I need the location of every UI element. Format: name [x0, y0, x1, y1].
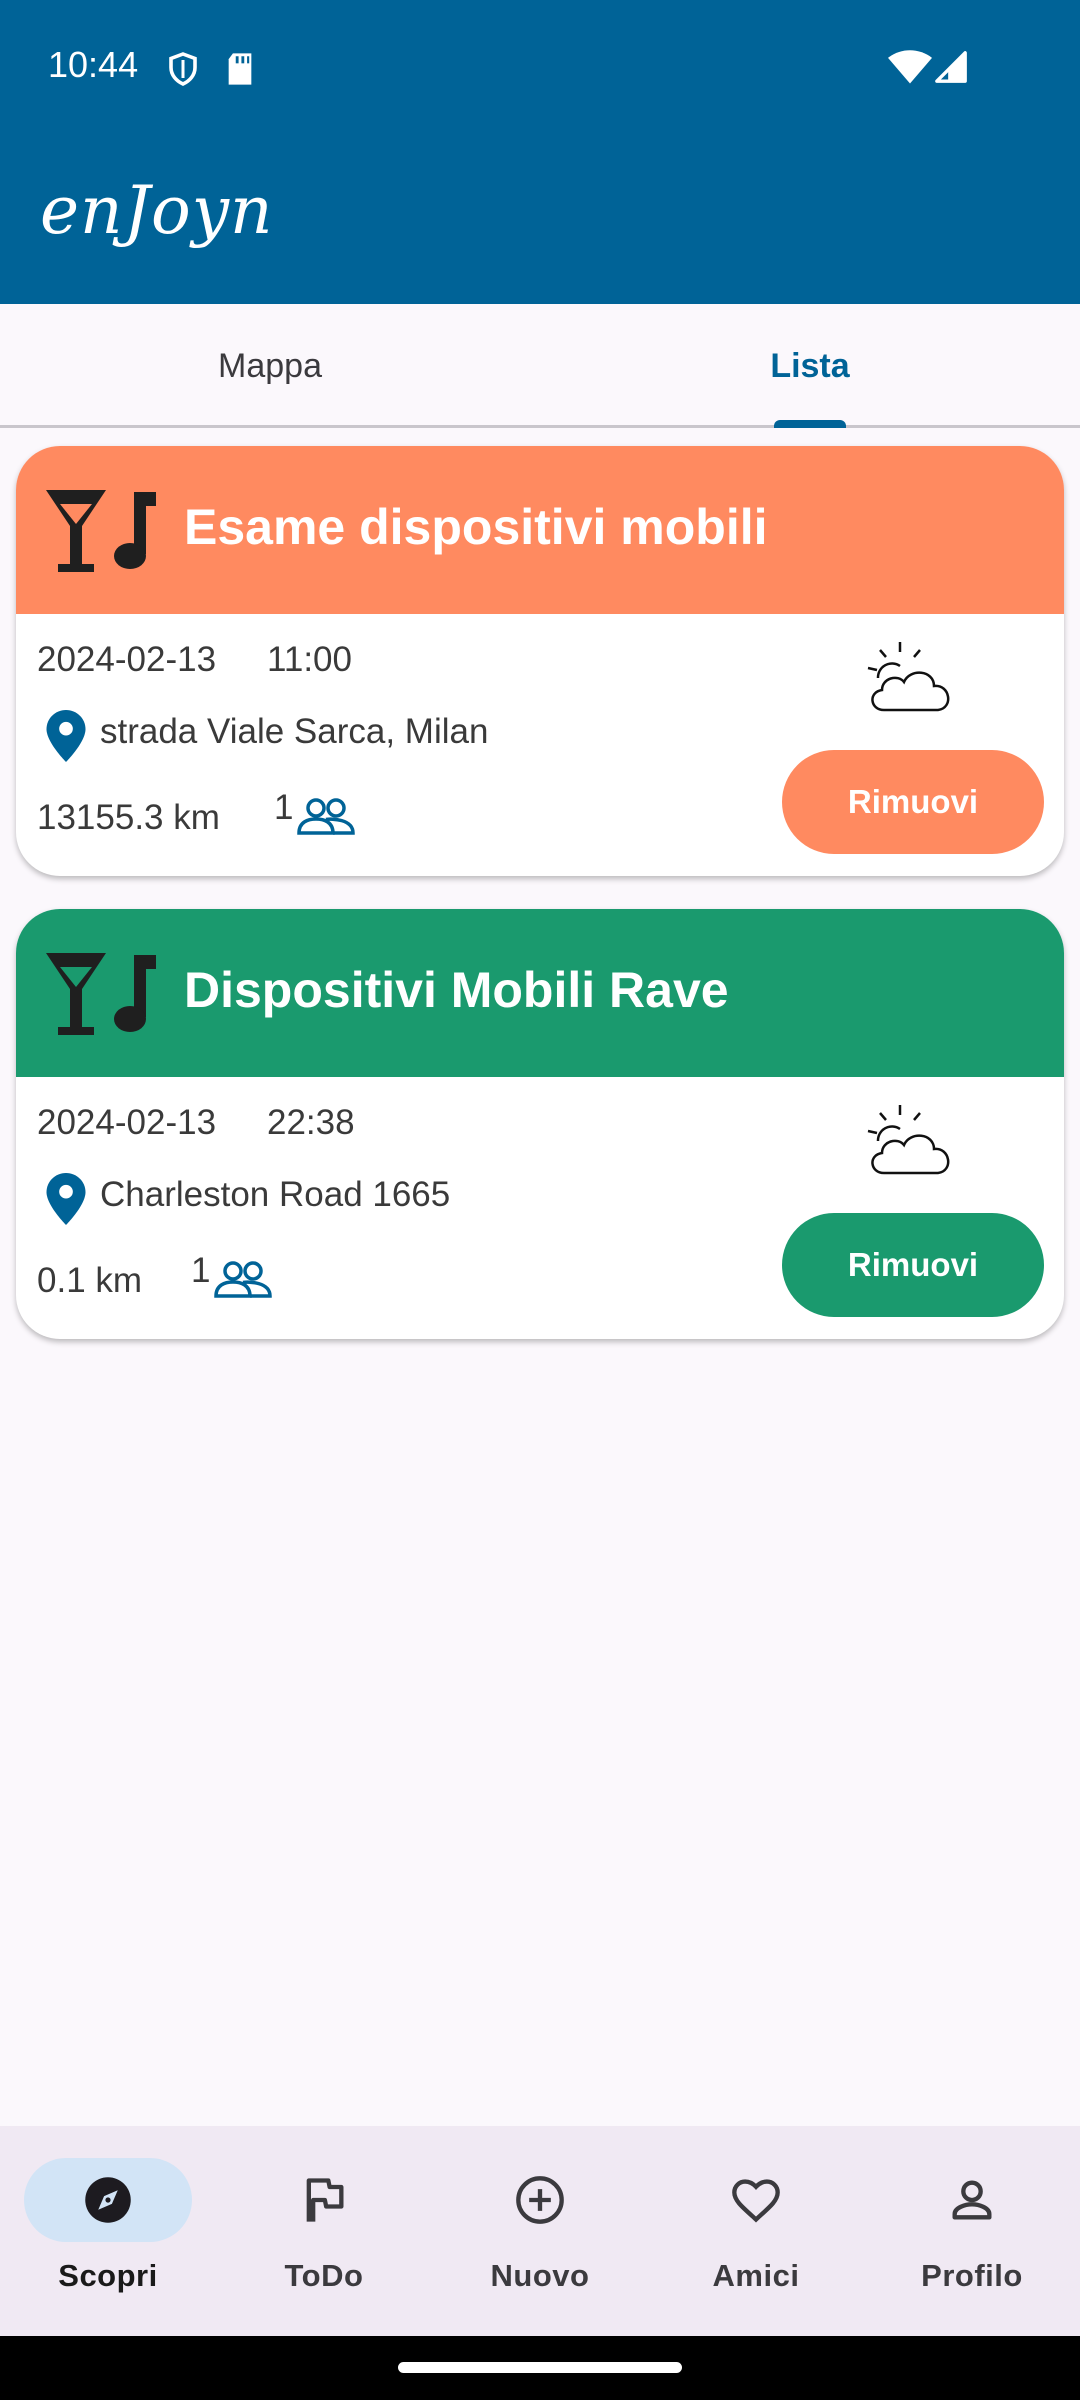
nav-item-nuovo[interactable]: Nuovo — [432, 2126, 648, 2336]
partly-cloudy-icon — [867, 1105, 950, 1175]
partly-cloudy-icon — [867, 642, 950, 712]
status-time: 10:44 — [48, 44, 139, 85]
logo-text: enJoyn — [40, 172, 274, 249]
tab-lista[interactable]: Lista — [540, 304, 1080, 428]
sd-card-icon — [228, 53, 252, 85]
event-date: 2024-02-13 — [37, 640, 217, 679]
app-bar: 10:44 enJoyn — [0, 0, 1080, 304]
participants-icon — [214, 1261, 272, 1298]
event-distance: 13155.3 km — [37, 798, 220, 837]
event-title: Dispositivi Mobili Rave — [184, 962, 729, 1018]
nav-label: ToDo — [284, 2258, 364, 2293]
event-card-header: Dispositivi Mobili Rave — [16, 909, 1064, 1077]
flag-icon — [306, 2178, 344, 2222]
nav-item-profilo[interactable]: Profilo — [864, 2126, 1080, 2336]
nav-label: Nuovo — [490, 2258, 590, 2293]
event-title: Esame dispositivi mobili — [184, 499, 768, 555]
shield-icon — [169, 52, 197, 86]
event-time: 11:00 — [267, 640, 352, 679]
event-card[interactable]: Esame dispositivi mobili 2024-02-13 11:0… — [16, 446, 1064, 876]
cocktail-music-icon — [46, 953, 156, 1035]
nav-item-amici[interactable]: Amici — [648, 2126, 864, 2336]
event-card[interactable]: Dispositivi Mobili Rave 2024-02-13 22:38… — [16, 909, 1064, 1339]
nav-label: Scopri — [58, 2258, 158, 2293]
participant-count: 1 — [191, 1251, 211, 1290]
event-time: 22:38 — [267, 1103, 355, 1142]
signal-icon — [935, 51, 967, 83]
nav-item-todo[interactable]: ToDo — [216, 2126, 432, 2336]
active-tab-indicator — [774, 420, 846, 428]
tab-bar: Mappa Lista — [0, 304, 1080, 428]
location-pin-icon — [46, 1173, 86, 1225]
event-distance: 0.1 km — [37, 1261, 143, 1300]
compass-icon — [85, 2177, 131, 2223]
event-location: Charleston Road 1665 — [100, 1175, 451, 1214]
remove-button[interactable]: Rimuovi — [782, 1213, 1044, 1317]
event-card-header: Esame dispositivi mobili — [16, 446, 1064, 614]
add-circle-icon — [516, 2176, 564, 2224]
tab-mappa[interactable]: Mappa — [0, 304, 540, 428]
cocktail-music-icon — [46, 490, 156, 572]
bottom-navigation: Scopri ToDo Nuovo Amici Profilo — [0, 2126, 1080, 2336]
event-location: strada Viale Sarca, Milan — [100, 712, 489, 751]
participants-icon — [297, 798, 355, 835]
nav-label: Amici — [712, 2258, 800, 2293]
event-date: 2024-02-13 — [37, 1103, 217, 1142]
nav-item-scopri[interactable]: Scopri — [0, 2126, 216, 2336]
remove-button[interactable]: Rimuovi — [782, 750, 1044, 854]
wifi-icon — [888, 50, 932, 84]
heart-icon — [732, 2179, 780, 2223]
home-gesture-handle[interactable] — [398, 2362, 682, 2373]
app-logo: enJoyn — [40, 172, 273, 262]
nav-label: Profilo — [921, 2258, 1023, 2293]
participant-count: 1 — [274, 788, 294, 827]
status-bar: 10:44 — [0, 0, 1080, 136]
location-pin-icon — [46, 710, 86, 762]
person-icon — [952, 2180, 992, 2220]
